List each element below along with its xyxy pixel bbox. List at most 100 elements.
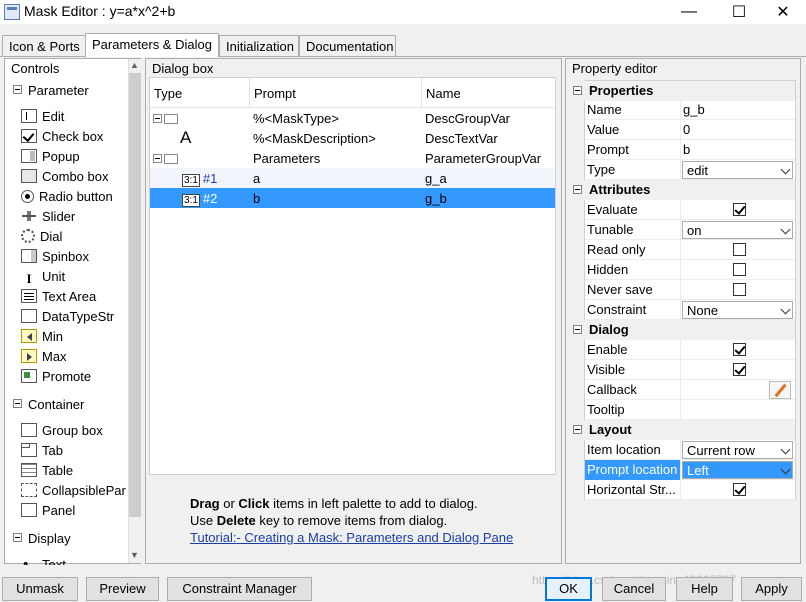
control-dial[interactable]: Dial (21, 229, 62, 244)
help-use: Use (190, 513, 217, 528)
prop-type[interactable]: Type edit (585, 160, 795, 180)
prop-tunable[interactable]: Tunable on (585, 220, 795, 240)
apply-button[interactable]: Apply (741, 577, 802, 601)
group-container[interactable]: Container (13, 397, 84, 412)
prop-evaluate[interactable]: Evaluate (585, 200, 795, 220)
collapse-icon[interactable] (13, 85, 22, 94)
control-spinbox[interactable]: Spinbox (21, 249, 89, 264)
type-dropdown[interactable]: edit (682, 161, 793, 179)
pencil-icon[interactable] (769, 381, 791, 399)
control-collapsible-panel[interactable]: CollapsiblePar (21, 483, 126, 498)
tutorial-link[interactable]: Tutorial:- Creating a Mask: Parameters a… (190, 529, 550, 546)
control-tab[interactable]: Tab (21, 443, 63, 458)
tunable-dropdown[interactable]: on (682, 221, 793, 239)
ok-button[interactable]: OK (545, 577, 592, 601)
help-button[interactable]: Help (676, 577, 733, 601)
tab-icon-ports[interactable]: Icon & Ports (2, 35, 86, 57)
prop-horizontal-stretch[interactable]: Horizontal Str... (585, 480, 795, 500)
prop-constraint[interactable]: Constraint None (585, 300, 795, 320)
control-min[interactable]: Min (21, 329, 63, 344)
control-datatypestr[interactable]: DataTypeStr (21, 309, 114, 324)
section-layout[interactable]: Layout (571, 420, 795, 440)
control-slider[interactable]: Slider (21, 209, 75, 224)
prop-value[interactable]: 0 (683, 122, 690, 137)
section-attributes[interactable]: Attributes (571, 180, 795, 200)
collapse-icon[interactable] (573, 425, 582, 434)
column-header-prompt[interactable]: Prompt (250, 78, 422, 108)
group-parameter[interactable]: Parameter (13, 83, 89, 98)
prop-hidden[interactable]: Hidden (585, 260, 795, 280)
column-header-name[interactable]: Name (422, 78, 555, 108)
control-group-box[interactable]: Group box (21, 423, 103, 438)
control-promote[interactable]: Promote (21, 369, 91, 384)
collapse-icon[interactable] (573, 86, 582, 95)
prop-read-only[interactable]: Read only (585, 240, 795, 260)
item-location-dropdown[interactable]: Current row (682, 441, 793, 459)
prop-name[interactable]: Name g_b (585, 100, 795, 120)
table-row[interactable]: A %<MaskDescription> DescTextVar (150, 128, 555, 148)
group-display[interactable]: Display (13, 531, 71, 546)
tab-initialization[interactable]: Initialization (219, 35, 299, 57)
scroll-down-icon[interactable]: ▼ (128, 549, 141, 562)
section-properties[interactable]: Properties (571, 81, 795, 101)
control-radio-button[interactable]: Radio button (21, 189, 113, 204)
prop-value[interactable]: b (683, 142, 690, 157)
minimize-button[interactable]: — (666, 0, 712, 24)
enable-checkbox[interactable] (733, 343, 746, 356)
evaluate-checkbox[interactable] (733, 203, 746, 216)
edit-icon (21, 109, 37, 123)
prop-callback[interactable]: Callback (585, 380, 795, 400)
section-dialog[interactable]: Dialog (571, 320, 795, 340)
name-cell: DescGroupVar (425, 111, 511, 126)
preview-button[interactable]: Preview (86, 577, 159, 601)
prop-prompt[interactable]: Prompt b (585, 140, 795, 160)
control-table[interactable]: Table (21, 463, 73, 478)
visible-checkbox[interactable] (733, 363, 746, 376)
constraint-manager-button[interactable]: Constraint Manager (167, 577, 312, 601)
prop-visible[interactable]: Visible (585, 360, 795, 380)
help-rest-2: key to remove items from dialog. (255, 513, 448, 528)
control-text[interactable]: A Text (21, 557, 66, 565)
hidden-checkbox[interactable] (733, 263, 746, 276)
unmask-button[interactable]: Unmask (2, 577, 78, 601)
prop-prompt-location[interactable]: Prompt location Left (585, 460, 795, 480)
prop-item-location[interactable]: Item location Current row (585, 440, 795, 460)
collapse-icon[interactable] (153, 114, 162, 123)
cancel-button[interactable]: Cancel (602, 577, 666, 601)
scroll-up-icon[interactable]: ▲ (128, 59, 141, 72)
controls-scrollbar-thumb[interactable] (129, 73, 141, 517)
close-button[interactable]: ✕ (760, 0, 806, 24)
control-popup[interactable]: Popup (21, 149, 80, 164)
prop-never-save[interactable]: Never save (585, 280, 795, 300)
control-panel[interactable]: Panel (21, 503, 75, 518)
control-edit[interactable]: Edit (21, 109, 64, 124)
constraint-dropdown[interactable]: None (682, 301, 793, 319)
table-row-selected[interactable]: 3:1 #2 b g_b (150, 188, 555, 208)
control-unit[interactable]: I Unit (21, 269, 65, 286)
maximize-button[interactable]: ☐ (716, 0, 762, 24)
collapse-icon[interactable] (13, 533, 22, 542)
control-text-area[interactable]: Text Area (21, 289, 96, 304)
collapse-icon[interactable] (13, 399, 22, 408)
table-row[interactable]: %<MaskType> DescGroupVar (150, 108, 555, 128)
control-check-box[interactable]: Check box (21, 129, 103, 144)
prop-value[interactable]: Value 0 (585, 120, 795, 140)
table-row[interactable]: Parameters ParameterGroupVar (150, 148, 555, 168)
tab-documentation[interactable]: Documentation (299, 35, 396, 57)
table-row[interactable]: 3:1 #1 a g_a (150, 168, 555, 188)
collapse-icon[interactable] (153, 154, 162, 163)
horizontal-stretch-checkbox[interactable] (733, 483, 746, 496)
datatype-icon (21, 309, 37, 323)
prop-value[interactable]: g_b (683, 102, 705, 117)
tab-parameters-dialog[interactable]: Parameters & Dialog (85, 33, 219, 57)
control-max[interactable]: Max (21, 349, 67, 364)
collapse-icon[interactable] (573, 185, 582, 194)
prop-tooltip[interactable]: Tooltip (585, 400, 795, 420)
column-header-type[interactable]: Type (150, 78, 250, 108)
control-combo-box[interactable]: Combo box (21, 169, 108, 184)
read-only-checkbox[interactable] (733, 243, 746, 256)
never-save-checkbox[interactable] (733, 283, 746, 296)
collapse-icon[interactable] (573, 325, 582, 334)
prompt-location-dropdown[interactable]: Left (682, 461, 793, 479)
prop-enable[interactable]: Enable (585, 340, 795, 360)
